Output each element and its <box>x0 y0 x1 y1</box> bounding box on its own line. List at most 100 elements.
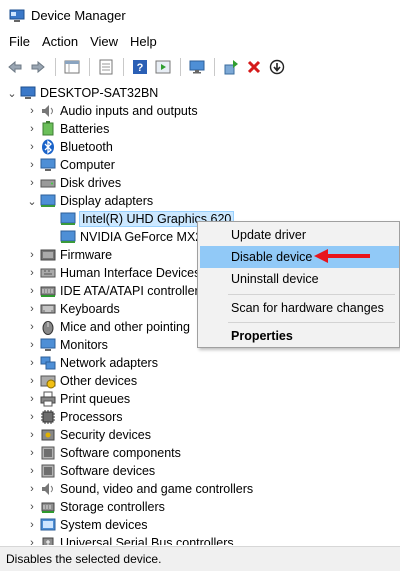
other-devices-icon <box>40 373 56 389</box>
tree-category-label: Software components <box>60 446 181 460</box>
window-title: Device Manager <box>31 8 126 23</box>
tree-category-label: Firmware <box>60 248 113 262</box>
tree-category-label: Monitors <box>60 338 108 352</box>
tree-category[interactable]: › Disk drives <box>24 174 121 192</box>
forward-icon[interactable] <box>27 57 48 77</box>
enable-icon[interactable] <box>266 57 287 77</box>
chevron-right-icon[interactable]: › <box>24 462 40 480</box>
tree-category[interactable]: › Mice and other pointing <box>24 318 190 336</box>
tree-category[interactable]: › Batteries <box>24 120 109 138</box>
menu-item-properties[interactable]: Properties <box>200 325 399 347</box>
chevron-right-icon[interactable]: › <box>24 372 40 390</box>
software-icon <box>40 445 56 461</box>
tree-category[interactable]: › Storage controllers <box>24 498 165 516</box>
computer-icon <box>40 157 56 173</box>
chevron-right-icon[interactable]: › <box>24 516 40 534</box>
tree-category[interactable]: › Bluetooth <box>24 138 113 156</box>
tree-category[interactable]: › Other devices <box>24 372 137 390</box>
tree-category[interactable]: › Print queues <box>24 390 130 408</box>
status-text: Disables the selected device. <box>6 552 162 566</box>
toolbar-separator <box>123 58 124 76</box>
tree-category-label: Processors <box>60 410 123 424</box>
chevron-right-icon[interactable]: › <box>24 408 40 426</box>
menu-help[interactable]: Help <box>124 31 163 53</box>
chevron-right-icon[interactable]: › <box>24 426 40 444</box>
menu-item-update-driver[interactable]: Update driver <box>200 224 399 246</box>
disk-icon <box>40 175 56 191</box>
tree-category-label: Network adapters <box>60 356 158 370</box>
tree-root-label: DESKTOP-SAT32BN <box>40 86 159 100</box>
show-hidden-icon[interactable] <box>95 57 116 77</box>
tree-category[interactable]: › Keyboards <box>24 300 120 318</box>
tree-category[interactable]: › Software components <box>24 444 181 462</box>
tree-root[interactable]: ⌄ DESKTOP-SAT32BN <box>4 84 158 102</box>
tree-category[interactable]: › Human Interface Devices <box>24 264 200 282</box>
menu-item-scan-hardware[interactable]: Scan for hardware changes <box>200 297 399 319</box>
update-driver-icon[interactable] <box>220 57 241 77</box>
tree-category-label: Sound, video and game controllers <box>60 482 254 496</box>
tree-category[interactable]: › System devices <box>24 516 147 534</box>
tree-category[interactable]: › Software devices <box>24 462 155 480</box>
tree-category[interactable]: › Computer <box>24 156 115 174</box>
chevron-right-icon[interactable]: › <box>24 174 40 192</box>
back-icon[interactable] <box>4 57 25 77</box>
help-icon[interactable]: ? <box>129 57 150 77</box>
chevron-right-icon[interactable]: › <box>24 318 40 336</box>
network-icon <box>40 355 56 371</box>
chevron-right-icon[interactable]: › <box>24 156 40 174</box>
tree-category[interactable]: › Sound, video and game controllers <box>24 480 253 498</box>
menu-action[interactable]: Action <box>36 31 84 53</box>
chevron-right-icon[interactable]: › <box>24 138 40 156</box>
chevron-right-icon[interactable]: › <box>24 444 40 462</box>
tree-category[interactable]: › Processors <box>24 408 123 426</box>
toolbar-separator <box>180 58 181 76</box>
hid-icon <box>40 265 56 281</box>
storage-icon <box>40 499 56 515</box>
tree-category[interactable]: › Monitors <box>24 336 108 354</box>
chevron-right-icon[interactable]: › <box>24 480 40 498</box>
tree-category[interactable]: › Audio inputs and outputs <box>24 102 198 120</box>
chevron-right-icon[interactable]: › <box>24 390 40 408</box>
chevron-right-icon[interactable]: › <box>24 300 40 318</box>
chevron-right-icon[interactable]: › <box>24 354 40 372</box>
display-adapter-icon <box>60 211 76 227</box>
chevron-right-icon[interactable]: › <box>24 534 40 545</box>
tree-category[interactable]: › Network adapters <box>24 354 158 372</box>
toolbar-separator <box>55 58 56 76</box>
tree-category-label: Security devices <box>60 428 152 442</box>
chevron-right-icon[interactable]: › <box>24 282 40 300</box>
tree-category-label: Human Interface Devices <box>60 266 201 280</box>
tree-category-label: Universal Serial Bus controllers <box>60 536 234 545</box>
tree-category-label: Audio inputs and outputs <box>60 104 198 118</box>
chevron-right-icon[interactable]: › <box>24 498 40 516</box>
run-icon[interactable] <box>152 57 173 77</box>
tree-category-label: Software devices <box>60 464 156 478</box>
uninstall-icon[interactable] <box>243 57 264 77</box>
menu-item-uninstall-device[interactable]: Uninstall device <box>200 268 399 290</box>
computer-icon <box>20 85 36 101</box>
status-bar: Disables the selected device. <box>0 546 400 571</box>
chevron-right-icon[interactable]: › <box>24 246 40 264</box>
tree-category[interactable]: › Firmware <box>24 246 112 264</box>
firmware-icon <box>40 247 56 263</box>
chevron-right-icon[interactable]: › <box>24 336 40 354</box>
chevron-down-icon[interactable]: ⌄ <box>24 192 40 210</box>
toolbar-separator <box>89 58 90 76</box>
svg-text:?: ? <box>136 62 143 74</box>
menu-file[interactable]: File <box>0 31 36 53</box>
menu-bar: File Action View Help <box>0 31 400 53</box>
menu-view[interactable]: View <box>84 31 124 53</box>
ide-icon <box>40 283 56 299</box>
tree-category[interactable]: › Universal Serial Bus controllers <box>24 534 234 545</box>
tree-category[interactable]: › IDE ATA/ATAPI controllers <box>24 282 205 300</box>
properties-grid-icon[interactable] <box>61 57 82 77</box>
chevron-right-icon[interactable]: › <box>24 102 40 120</box>
chevron-right-icon[interactable]: › <box>24 264 40 282</box>
chevron-right-icon[interactable]: › <box>24 120 40 138</box>
chevron-down-icon[interactable]: ⌄ <box>4 84 20 102</box>
tree-device-nvidia[interactable]: NVIDIA GeForce MX2 <box>60 228 202 246</box>
tree-category[interactable]: › Security devices <box>24 426 151 444</box>
tree-category[interactable]: ⌄ Display adapters <box>24 192 153 210</box>
monitor-icon[interactable] <box>186 57 207 77</box>
annotation-arrow-icon <box>314 249 370 263</box>
